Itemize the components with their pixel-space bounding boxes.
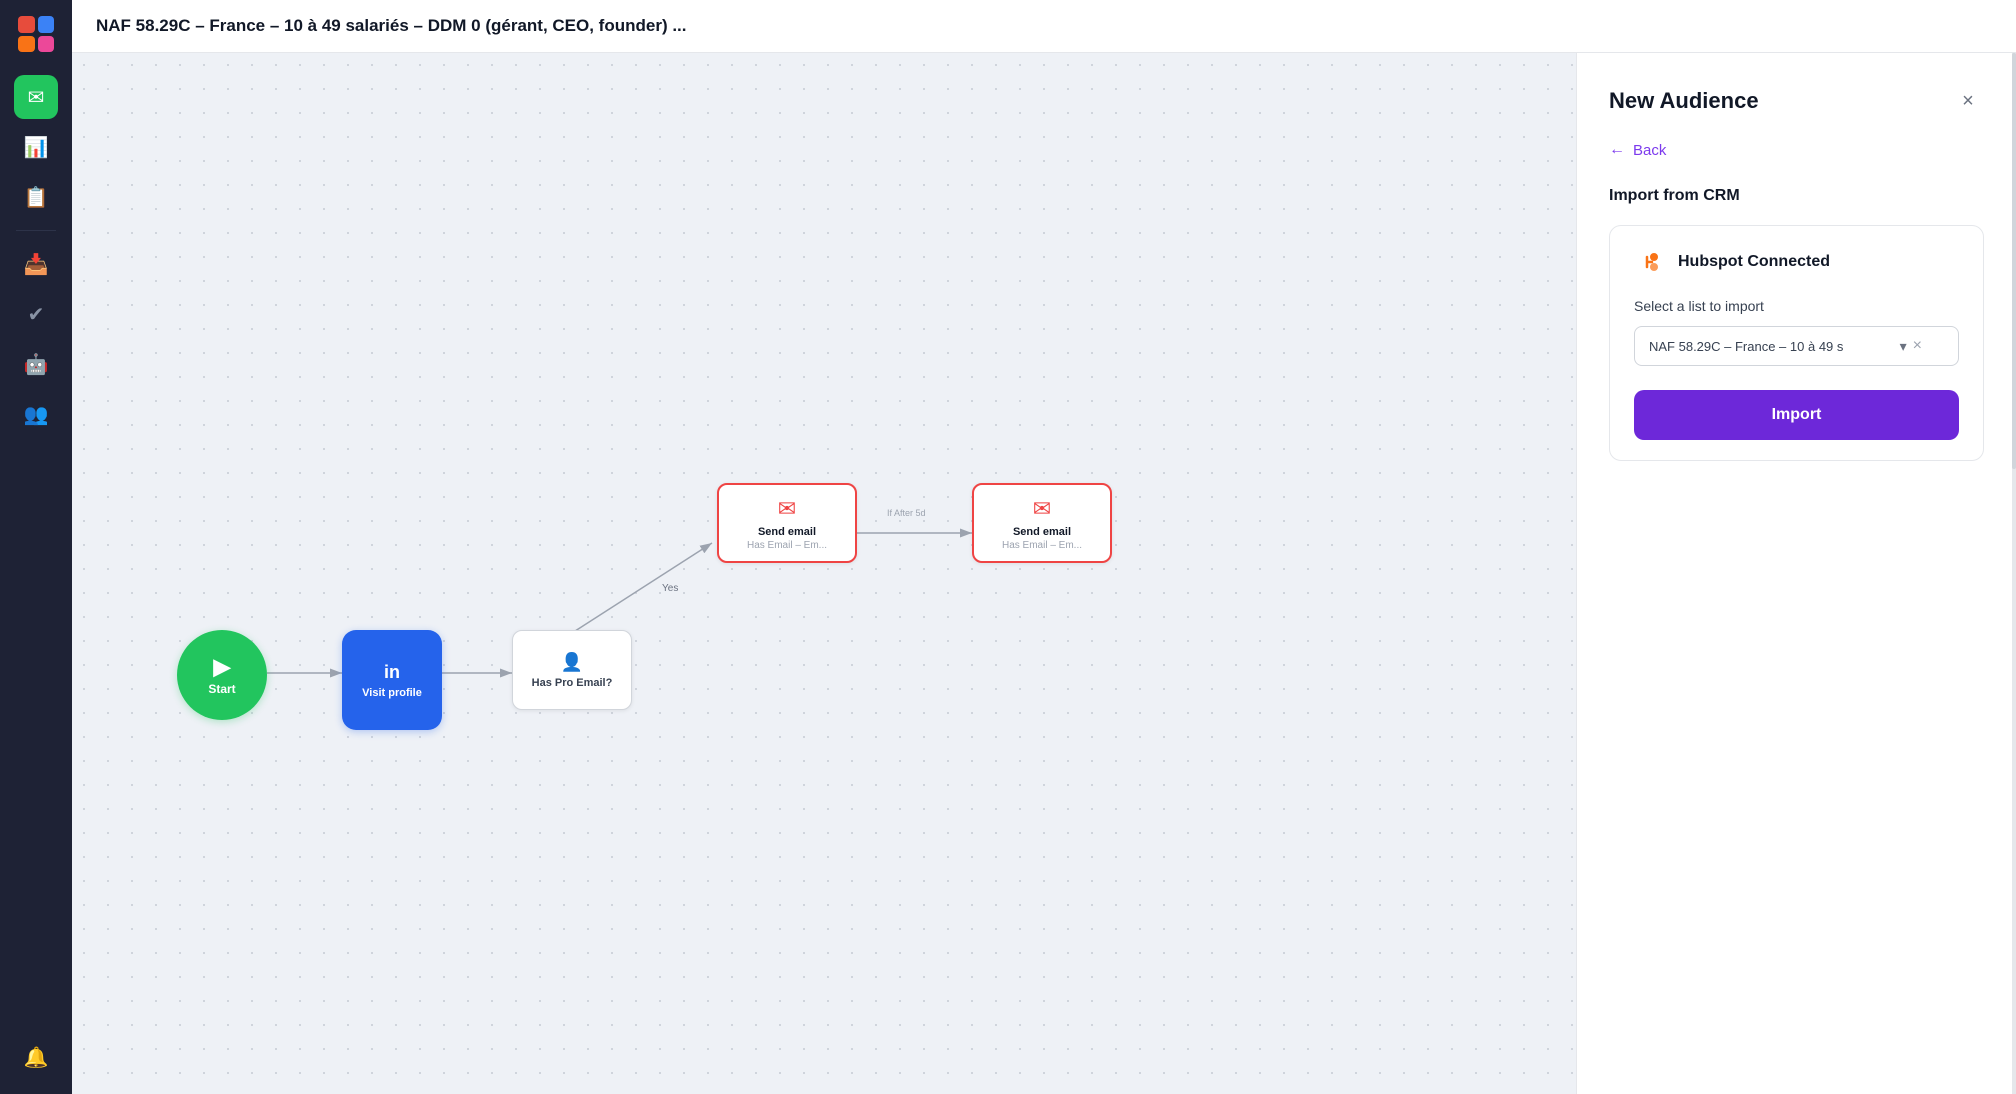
sidebar-item-campaigns[interactable]: ✉ xyxy=(14,75,58,119)
sidebar-item-team[interactable]: 👥 xyxy=(14,392,58,436)
back-label: Back xyxy=(1633,142,1666,159)
select-list-label: Select a list to import xyxy=(1634,298,1959,314)
has-pro-email-node[interactable]: 👤 Has Pro Email? xyxy=(512,630,632,710)
if-after-label: If After 5d xyxy=(887,508,926,518)
yes-label: Yes xyxy=(662,583,678,594)
main-content: NAF 58.29C – France – 10 à 49 salariés –… xyxy=(72,0,2016,1094)
analytics-icon: 📊 xyxy=(24,135,49,160)
send-email-1-node[interactable]: ✉ Send email Has Email – Em... xyxy=(717,483,857,563)
chevron-down-icon[interactable]: ▾ xyxy=(1900,338,1907,355)
ai-bot-icon: 🤖 xyxy=(24,352,49,377)
start-label: Start xyxy=(208,682,235,696)
crm-card: Hubspot Connected Select a list to impor… xyxy=(1609,225,1984,461)
page-title: NAF 58.29C – France – 10 à 49 salariés –… xyxy=(96,16,687,36)
back-arrow-icon: ← xyxy=(1609,141,1625,159)
panel-scrollbar[interactable] xyxy=(2012,53,2016,1094)
sidebar-item-inbox[interactable]: 📥 xyxy=(14,242,58,286)
right-panel: New Audience × ← Back Import from CRM xyxy=(1576,53,2016,1094)
send-email-2-label: Send email xyxy=(1013,526,1071,538)
play-icon: ▶ xyxy=(214,654,231,680)
start-node[interactable]: ▶ Start xyxy=(177,630,267,720)
contacts-icon: 📋 xyxy=(24,185,49,210)
team-icon: 👥 xyxy=(24,402,49,427)
inbox-icon: 📥 xyxy=(24,252,49,277)
send-email-1-label: Send email xyxy=(758,526,816,538)
flow-arrows xyxy=(72,53,1576,1094)
send-email-1-sub: Has Email – Em... xyxy=(747,540,827,551)
list-select-actions: ▾ × xyxy=(1900,337,1922,355)
list-select-wrapper: NAF 58.29C – France – 10 à 49 s ▾ × xyxy=(1634,326,1959,366)
back-button[interactable]: ← Back xyxy=(1609,141,1984,159)
person-icon: 👤 xyxy=(561,652,583,673)
sidebar-item-notifications[interactable]: 🔔 xyxy=(14,1035,58,1079)
sidebar-item-analytics[interactable]: 📊 xyxy=(14,125,58,169)
clear-selection-icon[interactable]: × xyxy=(1913,337,1922,355)
tasks-icon: ✔ xyxy=(28,302,45,327)
import-button-label: Import xyxy=(1772,406,1822,423)
sidebar-divider xyxy=(16,230,56,231)
sidebar-item-tasks[interactable]: ✔ xyxy=(14,292,58,336)
import-button[interactable]: Import xyxy=(1634,390,1959,440)
campaigns-icon: ✉ xyxy=(28,85,45,110)
send-email-2-sub: Has Email – Em... xyxy=(1002,540,1082,551)
email-icon-2: ✉ xyxy=(1033,496,1051,522)
email-icon-1: ✉ xyxy=(778,496,796,522)
visit-profile-node[interactable]: in Visit profile xyxy=(342,630,442,730)
page-header: NAF 58.29C – France – 10 à 49 salariés –… xyxy=(72,0,2016,53)
linkedin-icon: in xyxy=(384,662,400,683)
send-email-2-node[interactable]: ✉ Send email Has Email – Em... xyxy=(972,483,1112,563)
close-button[interactable]: × xyxy=(1952,85,1984,117)
list-select[interactable]: NAF 58.29C – France – 10 à 49 s ▾ × xyxy=(1634,326,1959,366)
flow-canvas[interactable]: Yes If After 5d ▶ Start in Visit profile xyxy=(72,53,1576,1094)
sidebar-item-ai[interactable]: 🤖 xyxy=(14,342,58,386)
visit-profile-label: Visit profile xyxy=(362,687,422,699)
hubspot-icon xyxy=(1634,246,1666,278)
sidebar: ✉ 📊 📋 📥 ✔ 🤖 👥 🔔 xyxy=(0,0,72,1094)
crm-name: Hubspot Connected xyxy=(1678,253,1830,271)
selected-list-text: NAF 58.29C – France – 10 à 49 s xyxy=(1649,339,1900,354)
sidebar-item-contacts[interactable]: 📋 xyxy=(14,175,58,219)
panel-title: New Audience xyxy=(1609,88,1759,114)
app-logo[interactable] xyxy=(14,12,58,56)
crm-header: Hubspot Connected xyxy=(1634,246,1959,278)
close-icon: × xyxy=(1962,90,1974,113)
import-from-crm-title: Import from CRM xyxy=(1609,187,1984,205)
has-pro-email-label: Has Pro Email? xyxy=(532,677,613,689)
scrollbar-thumb xyxy=(2012,53,2016,469)
notifications-icon: 🔔 xyxy=(24,1045,49,1070)
panel-header: New Audience × xyxy=(1609,85,1984,117)
